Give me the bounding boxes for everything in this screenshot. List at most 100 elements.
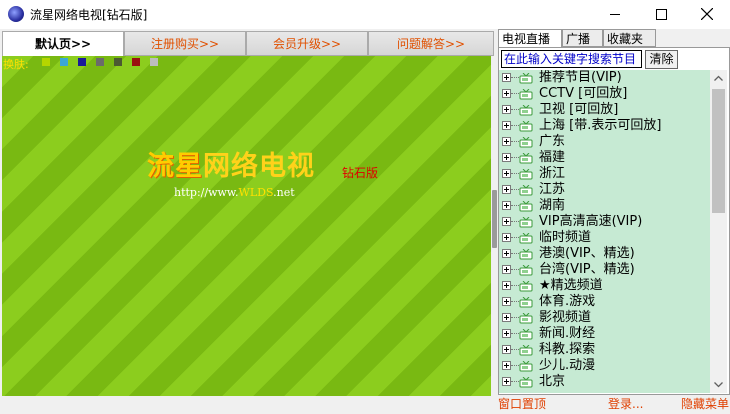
expand-icon[interactable] xyxy=(502,345,511,354)
channel-group[interactable]: 临时频道 xyxy=(499,230,710,246)
expand-icon[interactable] xyxy=(502,249,511,258)
expand-icon[interactable] xyxy=(502,329,511,338)
tree-connector xyxy=(511,141,519,142)
pin-window-link[interactable]: 窗口置顶 xyxy=(498,396,546,413)
channel-group-label: CCTV [可回放] xyxy=(539,86,628,101)
channel-group[interactable]: VIP高清高速(VIP) xyxy=(499,214,710,230)
tv-icon xyxy=(519,104,533,119)
skin-swatch[interactable] xyxy=(150,58,158,66)
skin-swatch[interactable] xyxy=(60,58,68,66)
tv-icon xyxy=(519,280,533,295)
maximize-button[interactable] xyxy=(638,0,684,29)
expand-icon[interactable] xyxy=(502,121,511,130)
channel-group-label: 影视频道 xyxy=(539,310,592,325)
channel-group[interactable]: 上海 [带.表示可回放] xyxy=(499,118,710,134)
hide-menu-link[interactable]: 隐藏菜单 xyxy=(681,396,729,413)
channel-group[interactable]: 少儿.动漫 xyxy=(499,358,710,374)
tv-icon xyxy=(519,344,533,359)
channel-group[interactable]: 台湾(VIP、精选) xyxy=(499,262,710,278)
tab-radio[interactable]: 广播 xyxy=(562,29,603,47)
tree-connector xyxy=(511,125,519,126)
chevron-up-icon xyxy=(714,75,723,81)
expand-icon[interactable] xyxy=(502,281,511,290)
expand-icon[interactable] xyxy=(502,201,511,210)
tab-faq[interactable]: 问题解答>> xyxy=(368,31,494,56)
video-area[interactable]: 换肤: 流星网络电视 钻石版 http://www.WLDS.net xyxy=(2,56,491,396)
tv-icon xyxy=(519,376,533,391)
expand-icon[interactable] xyxy=(502,185,511,194)
channel-group[interactable]: 科教.探索 xyxy=(499,342,710,358)
tv-icon xyxy=(519,88,533,103)
skin-swatch[interactable] xyxy=(78,58,86,66)
skin-swatch[interactable] xyxy=(96,58,104,66)
clear-button[interactable]: 清除 xyxy=(645,50,678,69)
channel-group-label: 科教.探索 xyxy=(539,342,596,357)
channel-group-label: 少儿.动漫 xyxy=(539,358,596,373)
expand-icon[interactable] xyxy=(502,105,511,114)
skin-swatch[interactable] xyxy=(42,58,50,66)
tab-default[interactable]: 默认页>> xyxy=(2,31,124,56)
channel-group-label: 浙江 xyxy=(539,166,566,181)
minimize-button[interactable] xyxy=(592,0,638,29)
tv-icon xyxy=(519,120,533,135)
tv-icon xyxy=(519,136,533,151)
channel-group-label: 临时频道 xyxy=(539,230,592,245)
tree-connector xyxy=(511,109,519,110)
expand-icon[interactable] xyxy=(502,153,511,162)
channel-group[interactable]: 体育.游戏 xyxy=(499,294,710,310)
channel-group-label: 台湾(VIP、精选) xyxy=(539,262,635,277)
tv-icon xyxy=(519,152,533,167)
channel-group[interactable]: 广东 xyxy=(499,134,710,150)
channel-group[interactable]: 北京 xyxy=(499,374,710,390)
expand-icon[interactable] xyxy=(502,169,511,178)
channel-group[interactable]: 湖南 xyxy=(499,198,710,214)
scroll-down-button[interactable] xyxy=(710,376,727,393)
tree-connector xyxy=(511,349,519,350)
expand-icon[interactable] xyxy=(502,297,511,306)
tree-connector xyxy=(511,189,519,190)
tree-connector xyxy=(511,93,519,94)
channel-tree: 推荐节目(VIP) CCTV [可回放] 卫视 [可回放] 上海 [带.表示可回放] 广… xyxy=(499,70,710,393)
splitter-handle[interactable] xyxy=(492,190,497,248)
logo: 流星网络电视 xyxy=(147,144,315,183)
expand-icon[interactable] xyxy=(502,265,511,274)
channel-group[interactable]: 江苏 xyxy=(499,182,710,198)
channel-group[interactable]: 新闻.财经 xyxy=(499,326,710,342)
channel-group-label: 湖南 xyxy=(539,198,566,213)
scrollbar[interactable] xyxy=(710,70,727,393)
tab-upgrade[interactable]: 会员升级>> xyxy=(246,31,368,56)
channel-group[interactable]: 浙江 xyxy=(499,166,710,182)
tv-icon xyxy=(519,328,533,343)
search-input[interactable]: 在此输入关键字搜索节目 xyxy=(501,50,642,68)
channel-group[interactable]: 卫视 [可回放] xyxy=(499,102,710,118)
channel-group[interactable]: 影视频道 xyxy=(499,310,710,326)
expand-icon[interactable] xyxy=(502,313,511,322)
expand-icon[interactable] xyxy=(502,73,511,82)
channel-group[interactable]: 福建 xyxy=(499,150,710,166)
tree-connector xyxy=(511,237,519,238)
window-title: 流星网络电视[钻石版] xyxy=(30,8,148,22)
scroll-up-button[interactable] xyxy=(710,70,727,87)
tab-favorites[interactable]: 收藏夹 xyxy=(603,29,656,47)
expand-icon[interactable] xyxy=(502,217,511,226)
skin-label: 换肤: xyxy=(3,58,29,71)
expand-icon[interactable] xyxy=(502,137,511,146)
login-link[interactable]: 登录... xyxy=(608,396,643,413)
skin-swatch[interactable] xyxy=(132,58,140,66)
close-button[interactable] xyxy=(684,0,730,29)
expand-icon[interactable] xyxy=(502,377,511,386)
tab-register[interactable]: 注册购买>> xyxy=(124,31,246,56)
tree-connector xyxy=(511,205,519,206)
tv-icon xyxy=(519,200,533,215)
channel-group[interactable]: 推荐节目(VIP) xyxy=(499,70,710,86)
expand-icon[interactable] xyxy=(502,233,511,242)
channel-group[interactable]: 港澳(VIP、精选) xyxy=(499,246,710,262)
expand-icon[interactable] xyxy=(502,361,511,370)
skin-swatch[interactable] xyxy=(114,58,122,66)
expand-icon[interactable] xyxy=(502,89,511,98)
tab-tv-live[interactable]: 电视直播 xyxy=(498,29,562,47)
channel-group[interactable]: CCTV [可回放] xyxy=(499,86,710,102)
channel-group[interactable]: ★精选频道 xyxy=(499,278,710,294)
side-tab-strip: 电视直播 广播 收藏夹 xyxy=(498,29,730,47)
scroll-thumb[interactable] xyxy=(712,89,725,213)
